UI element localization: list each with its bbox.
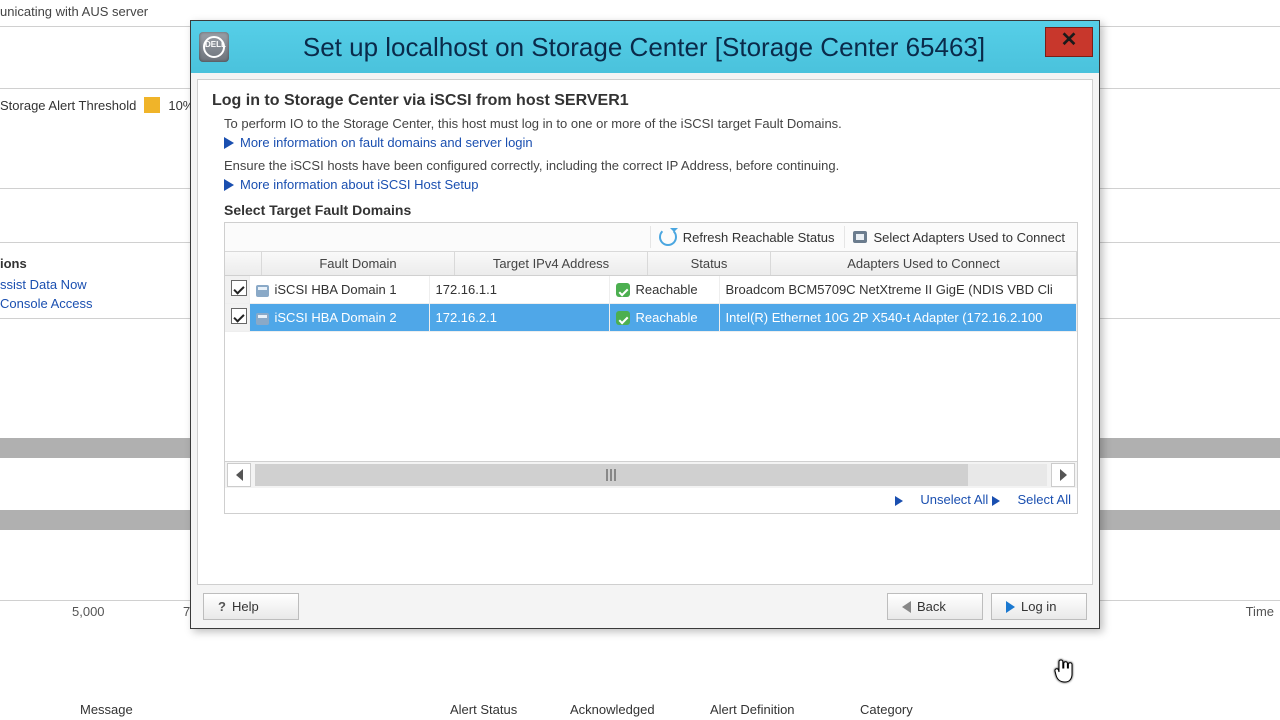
col-status[interactable]: Status <box>648 252 771 276</box>
close-button[interactable]: ✕ <box>1045 27 1093 57</box>
cursor-hand-icon <box>1054 658 1074 682</box>
col-category[interactable]: Category <box>860 702 980 717</box>
axis-label-time: Time <box>1246 604 1274 619</box>
fault-domain-icon <box>256 285 269 297</box>
scroll-right-button[interactable] <box>1051 463 1075 487</box>
target-ip: 172.16.2.1 <box>429 304 609 332</box>
back-button[interactable]: Back <box>887 593 983 620</box>
fault-domain-name: iSCSI HBA Domain 1 <box>275 282 397 297</box>
status-text: Reachable <box>636 310 698 325</box>
alert-threshold-label: Storage Alert Threshold <box>0 98 136 113</box>
select-adapters-button[interactable]: Select Adapters Used to Connect <box>844 226 1073 248</box>
refresh-icon <box>659 228 677 246</box>
row-checkbox[interactable] <box>231 280 247 296</box>
check-ok-icon <box>616 283 630 297</box>
arrow-right-icon <box>224 179 234 191</box>
chart-bar-fragment <box>0 438 190 458</box>
threshold-swatch-icon <box>144 97 160 113</box>
table-row[interactable]: iSCSI HBA Domain 1 172.16.1.1 Reachable … <box>225 276 1077 304</box>
row-checkbox[interactable] <box>231 308 247 324</box>
status-line: unicating with AUS server <box>0 4 148 19</box>
scroll-left-button[interactable] <box>227 463 251 487</box>
fault-domain-table: Refresh Reachable Status Select Adapters… <box>224 222 1078 514</box>
select-adapters-label: Select Adapters Used to Connect <box>873 230 1065 245</box>
question-icon: ? <box>218 599 226 614</box>
arrow-right-icon <box>224 137 234 149</box>
fault-domain-icon <box>256 313 269 325</box>
adapter-text: Broadcom BCM5709C NetXtreme II GigE (NDI… <box>719 276 1077 304</box>
dell-logo-icon: DELL <box>199 32 229 62</box>
alerts-table-header: Message Alert Status Acknowledged Alert … <box>0 702 1280 717</box>
arrow-right-icon <box>992 496 1000 506</box>
col-message[interactable]: Message <box>0 702 450 717</box>
select-fault-domains-heading: Select Target Fault Domains <box>224 202 1078 218</box>
chart-bar-fragment <box>1100 510 1280 530</box>
col-alert-status[interactable]: Alert Status <box>450 702 570 717</box>
chart-bar-fragment <box>0 510 190 530</box>
login-heading: Log in to Storage Center via iSCSI from … <box>212 92 1078 110</box>
intro-para-2: Ensure the iSCSI hosts have been configu… <box>224 158 1078 173</box>
fault-domain-name: iSCSI HBA Domain 2 <box>275 310 397 325</box>
col-fault-domain[interactable]: Fault Domain <box>262 252 455 276</box>
arrow-left-icon <box>902 601 911 613</box>
chevron-right-icon <box>1060 469 1067 481</box>
login-label: Log in <box>1021 599 1056 614</box>
link-fault-domains-info[interactable]: More information on fault domains and se… <box>240 135 533 150</box>
refresh-label: Refresh Reachable Status <box>683 230 835 245</box>
help-label: Help <box>232 599 259 614</box>
col-acknowledged[interactable]: Acknowledged <box>570 702 710 717</box>
back-label: Back <box>917 599 946 614</box>
left-nav-fragment: ions ssist Data Now Console Access <box>0 256 93 313</box>
login-button[interactable]: Log in <box>991 593 1087 620</box>
chevron-left-icon <box>236 469 243 481</box>
setup-localhost-dialog: DELL Set up localhost on Storage Center … <box>190 20 1100 629</box>
select-all-link[interactable]: Select All <box>1018 492 1071 507</box>
table-row[interactable]: iSCSI HBA Domain 2 172.16.2.1 Reachable … <box>225 304 1077 332</box>
horizontal-scrollbar[interactable] <box>225 461 1077 488</box>
col-alert-definition[interactable]: Alert Definition <box>710 702 860 717</box>
intro-para-1: To perform IO to the Storage Center, thi… <box>224 116 1078 131</box>
col-check[interactable] <box>225 252 262 276</box>
dialog-titlebar: DELL Set up localhost on Storage Center … <box>191 21 1099 73</box>
scrollbar-track[interactable] <box>255 464 1047 486</box>
link-console-access[interactable]: Console Access <box>0 294 93 313</box>
refresh-reachable-status-button[interactable]: Refresh Reachable Status <box>650 226 843 248</box>
chart-bar-fragment <box>1100 438 1280 458</box>
adapter-text: Intel(R) Ethernet 10G 2P X540-t Adapter … <box>719 304 1077 332</box>
unselect-all-link[interactable]: Unselect All <box>920 492 988 507</box>
arrow-right-icon <box>895 496 903 506</box>
target-ip: 172.16.1.1 <box>429 276 609 304</box>
col-adapters[interactable]: Adapters Used to Connect <box>771 252 1077 276</box>
check-ok-icon <box>616 311 630 325</box>
adapter-icon <box>853 231 867 243</box>
left-header: ions <box>0 256 93 271</box>
status-text: Reachable <box>636 282 698 297</box>
axis-tick-5000: 5,000 <box>72 604 105 619</box>
col-target-ip[interactable]: Target IPv4 Address <box>455 252 648 276</box>
dialog-title: Set up localhost on Storage Center [Stor… <box>229 32 1099 63</box>
table-header-row: Fault Domain Target IPv4 Address Status … <box>225 252 1077 276</box>
storage-alert-threshold: Storage Alert Threshold 10% <box>0 97 194 113</box>
arrow-right-icon <box>1006 601 1015 613</box>
help-button[interactable]: ? Help <box>203 593 299 620</box>
link-iscsi-host-setup[interactable]: More information about iSCSI Host Setup <box>240 177 478 192</box>
scrollbar-thumb[interactable] <box>255 464 968 486</box>
close-icon: ✕ <box>1061 29 1078 51</box>
link-assist-data-now[interactable]: ssist Data Now <box>0 275 93 294</box>
